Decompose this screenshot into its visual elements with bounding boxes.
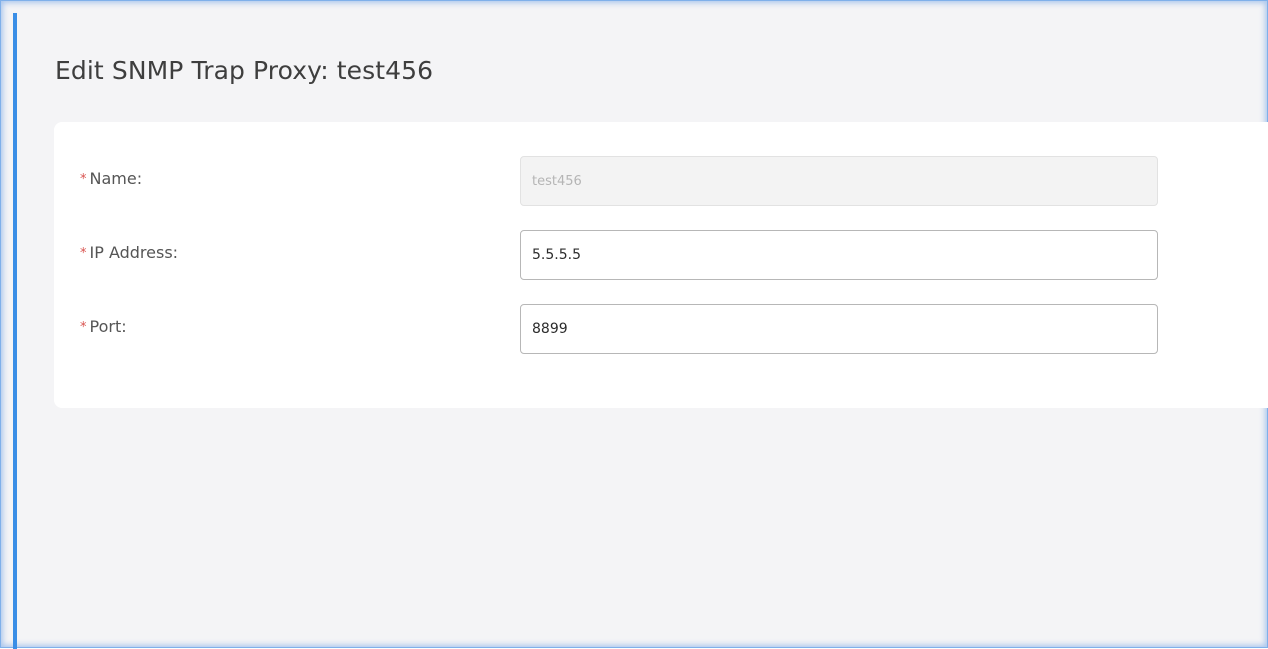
app-window: Edit SNMP Trap Proxy: test456 *Name: *IP… xyxy=(0,0,1268,649)
port-label: * Port: xyxy=(80,317,127,336)
required-mark: * xyxy=(80,172,87,187)
page-title: Edit SNMP Trap Proxy: test456 xyxy=(55,56,434,85)
accent-bar xyxy=(13,13,17,649)
required-mark: * xyxy=(80,246,87,261)
required-mark: * xyxy=(80,320,87,335)
port-field[interactable] xyxy=(520,304,1158,354)
name-label-text: Name: xyxy=(89,169,143,188)
name-label: * Name: xyxy=(80,169,142,188)
form-card: *Name: *IP Address: *Port: xyxy=(54,122,1268,408)
ip-address-field[interactable] xyxy=(520,230,1158,280)
port-label-text: Port: xyxy=(89,317,127,336)
ip-address-label: * IP Address: xyxy=(80,243,178,262)
ip-address-label-text: IP Address: xyxy=(89,243,179,262)
name-field xyxy=(520,156,1158,206)
